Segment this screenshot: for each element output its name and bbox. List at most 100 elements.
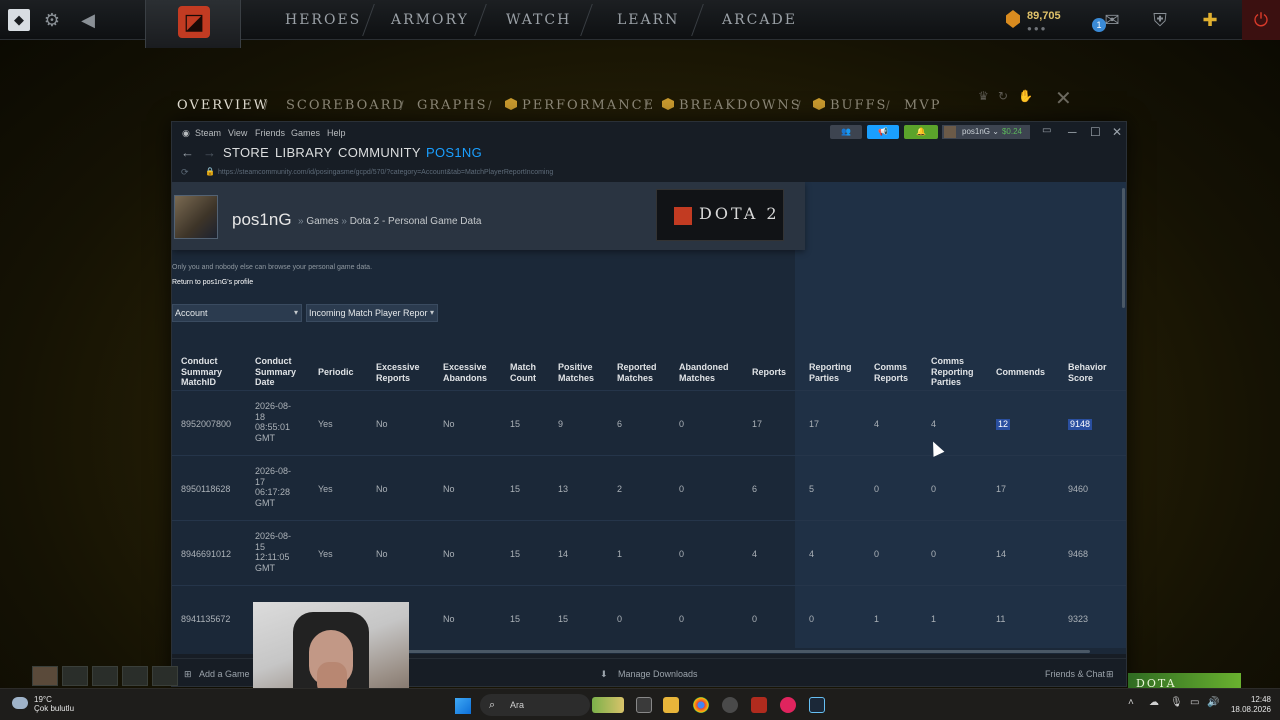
nav-profile[interactable]: POS1NG [426, 145, 482, 160]
breadcrumb-games[interactable]: Games [306, 216, 338, 227]
column-header[interactable]: Reports [752, 367, 802, 378]
notification-bell-icon[interactable]: 🔔 [904, 125, 938, 139]
party-slot[interactable] [92, 666, 118, 686]
category-select[interactable]: Account ▾ [172, 304, 302, 322]
media-player-icon[interactable] [780, 697, 796, 713]
file-explorer-icon[interactable] [663, 697, 679, 713]
column-header[interactable]: Conduct Summary Date [255, 356, 305, 388]
tab-mvp[interactable]: MVP [904, 98, 941, 113]
menu-friends[interactable]: Friends [255, 128, 285, 138]
column-header[interactable]: Match Count [510, 362, 554, 383]
chevron-up-icon[interactable]: ˄ [1128, 697, 1134, 708]
dota2-game-logo[interactable]: DOTA 2 [656, 189, 784, 241]
party-avatar[interactable] [32, 666, 58, 686]
menu-games[interactable]: Games [291, 128, 320, 138]
column-header[interactable]: Commends [996, 367, 1056, 378]
column-header[interactable]: Reported Matches [617, 362, 667, 383]
horizontal-scrollbar-thumb[interactable] [372, 650, 1090, 653]
window-close-icon[interactable]: ✕ [1112, 125, 1122, 139]
return-to-profile-link[interactable]: Return to pos1nG's profile [172, 279, 253, 286]
plus-hex-icon[interactable]: ✚ [1198, 8, 1222, 32]
minimize-icon[interactable]: ─ [1068, 125, 1077, 139]
party-slot[interactable] [122, 666, 148, 686]
dota-taskbar-icon[interactable] [751, 697, 767, 713]
friends-activity-icon[interactable]: 👥 [830, 125, 862, 139]
widgets-icon[interactable] [592, 697, 624, 713]
url-bar[interactable]: ⟳ 🔒 https://steamcommunity.com/id/posing… [172, 166, 1126, 182]
steam-taskbar-icon[interactable] [809, 697, 825, 713]
avatar[interactable] [174, 195, 218, 239]
microphone-icon[interactable]: 🎙 [1170, 697, 1183, 708]
power-icon[interactable]: ⏻ [1242, 0, 1280, 40]
task-view-icon[interactable] [636, 697, 652, 713]
column-header[interactable]: Positive Matches [558, 362, 608, 383]
party-slot[interactable] [62, 666, 88, 686]
manage-downloads-button[interactable]: Manage Downloads [618, 669, 698, 679]
gear-icon[interactable]: ⚙ [40, 8, 64, 32]
column-header[interactable]: Comms Reporting Parties [931, 356, 985, 388]
vertical-scrollbar-thumb[interactable] [1122, 188, 1125, 308]
column-header[interactable]: Conduct Summary MatchID [181, 356, 237, 388]
party-slot[interactable] [152, 666, 178, 686]
volume-icon[interactable]: 🔊 [1207, 697, 1219, 708]
menu-help[interactable]: Help [327, 128, 346, 138]
dota-menu-icon[interactable]: ◆ [8, 9, 30, 31]
windows-start-icon[interactable] [455, 698, 471, 714]
obs-icon[interactable] [722, 697, 738, 713]
back-arrow-icon[interactable]: ◀ [76, 8, 100, 32]
tab-overview[interactable]: OVERVIEW [177, 98, 269, 113]
page-content: pos1nG » Games » Dota 2 - Personal Game … [172, 182, 1126, 648]
tab-select[interactable]: Incoming Match Player Repor ▾ [306, 304, 438, 322]
tab-buffs[interactable]: BUFFS [813, 98, 887, 113]
onedrive-icon[interactable]: ☁ [1149, 697, 1159, 708]
thumb-icon[interactable]: ✋ [1018, 89, 1033, 103]
column-header[interactable]: Excessive Reports [376, 362, 432, 383]
tab-scoreboard[interactable]: SCOREBOARD [286, 98, 405, 113]
nav-store[interactable]: STORE [223, 145, 269, 160]
user-account-menu[interactable]: pos1nG ⌄ $0.24 [942, 125, 1030, 139]
weather-widget[interactable]: 19°C Çok bulutlu [34, 695, 74, 713]
chat-icon[interactable]: ⊞ [1106, 669, 1114, 680]
banner-icon[interactable]: ⛨ [1148, 8, 1172, 32]
menu-view[interactable]: View [228, 128, 247, 138]
announcement-icon[interactable]: 📢 [867, 125, 899, 139]
nav-arcade[interactable]: ARCADE [722, 12, 797, 28]
shard-count[interactable]: 89,705 [1027, 10, 1061, 22]
reload-icon[interactable]: ⟳ [181, 167, 189, 178]
column-header[interactable]: Abandoned Matches [679, 362, 739, 383]
column-header[interactable]: Excessive Abandons [443, 362, 499, 383]
tab-breakdowns[interactable]: BREAKDOWNS [662, 98, 802, 113]
refresh-icon[interactable]: ↻ [998, 89, 1012, 103]
dota-home-tab[interactable]: ◪ [145, 0, 241, 48]
crown-icon[interactable]: ♛ [978, 89, 992, 103]
column-header[interactable]: Comms Reports [874, 362, 922, 383]
nav-community[interactable]: COMMUNITY [338, 145, 421, 160]
nav-heroes[interactable]: HEROES [285, 12, 361, 28]
taskbar-search[interactable]: ⌕ Ara [480, 694, 590, 716]
network-icon[interactable]: ▭ [1190, 697, 1199, 708]
friends-chat-button[interactable]: Friends & Chat [1045, 669, 1105, 679]
tab-graphs[interactable]: GRAPHS [417, 98, 488, 113]
column-header[interactable]: Periodic [318, 367, 368, 378]
maximize-icon[interactable]: ☐ [1090, 125, 1101, 139]
nav-learn[interactable]: LEARN [617, 12, 679, 28]
dota-play-banner[interactable]: DOTA [1128, 673, 1241, 689]
system-clock[interactable]: 12:48 18.08.2026 [1229, 695, 1271, 715]
nav-armory[interactable]: ARMORY [391, 12, 469, 28]
nav-watch[interactable]: WATCH [506, 12, 571, 28]
profile-name[interactable]: pos1nG [232, 210, 292, 230]
chrome-icon[interactable] [693, 697, 709, 713]
cloud-icon[interactable] [12, 697, 28, 709]
add-game-button[interactable]: Add a Game [199, 669, 250, 679]
nav-library[interactable]: LIBRARY [275, 145, 333, 160]
column-header[interactable]: Behavior Score [1068, 362, 1118, 383]
tab-performance[interactable]: PERFORMANCE [505, 98, 655, 113]
forward-arrow-icon[interactable]: → [203, 145, 216, 160]
back-arrow-icon[interactable]: ← [181, 145, 194, 160]
close-icon[interactable]: ✕ [1055, 86, 1072, 111]
big-picture-icon[interactable]: ▭ [1042, 125, 1051, 136]
column-header[interactable]: Reporting Parties [809, 362, 863, 383]
vertical-scrollbar[interactable] [1120, 182, 1126, 648]
breadcrumb-personal-data[interactable]: Dota 2 - Personal Game Data [350, 216, 482, 227]
menu-steam[interactable]: Steam [195, 128, 221, 138]
